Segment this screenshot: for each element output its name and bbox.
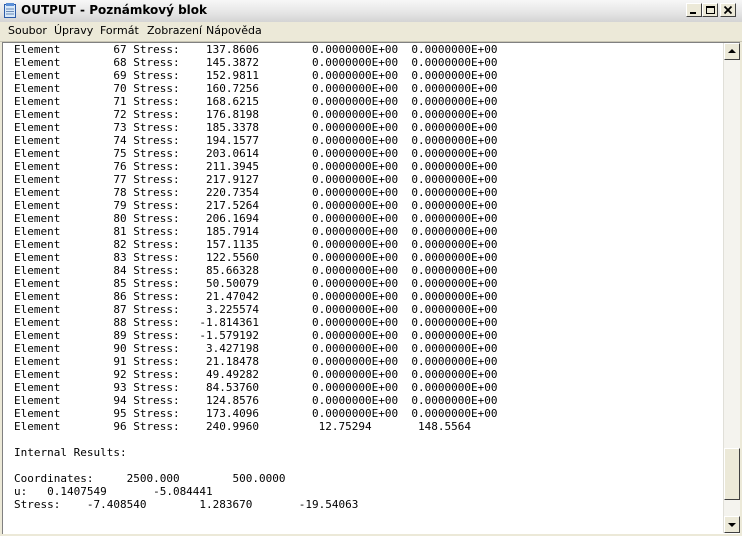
text-line: Element 83 Stress: 122.5560 0.0000000E+0…: [14, 251, 498, 264]
menu-help[interactable]: Nápověda: [206, 24, 262, 37]
notepad-window: OUTPUT - Poznámkový blok Soubor Úpravy F…: [0, 0, 742, 536]
text-line: Element 90 Stress: 3.427198 0.0000000E+0…: [14, 342, 498, 355]
text-line: Element 80 Stress: 206.1694 0.0000000E+0…: [14, 212, 498, 225]
scroll-down-button[interactable]: [724, 516, 740, 533]
text-line: Coordinates: 2500.000 500.0000: [14, 472, 286, 485]
text-line: Element 67 Stress: 137.8606 0.0000000E+0…: [14, 43, 498, 56]
text-line: Internal Results:: [14, 446, 127, 459]
text-line: Element 76 Stress: 211.3945 0.0000000E+0…: [14, 160, 498, 173]
text-line: Element 72 Stress: 176.8198 0.0000000E+0…: [14, 108, 498, 121]
window-title: OUTPUT - Poznámkový blok: [21, 3, 208, 17]
maximize-button[interactable]: [702, 3, 718, 17]
text-line: Element 69 Stress: 152.9811 0.0000000E+0…: [14, 69, 498, 82]
text-line: Element 91 Stress: 21.18478 0.0000000E+0…: [14, 355, 498, 368]
text-line: Element 81 Stress: 185.7914 0.0000000E+0…: [14, 225, 498, 238]
minimize-button[interactable]: [686, 3, 702, 17]
scroll-up-button[interactable]: [724, 43, 740, 60]
text-line: Element 84 Stress: 85.66328 0.0000000E+0…: [14, 264, 498, 277]
text-line: Element 89 Stress: -1.579192 0.0000000E+…: [14, 329, 498, 342]
text-line: Element 82 Stress: 157.1135 0.0000000E+0…: [14, 238, 498, 251]
arrow-up-icon: [728, 49, 736, 53]
text-line: Element 78 Stress: 220.7354 0.0000000E+0…: [14, 186, 498, 199]
title-bar[interactable]: OUTPUT - Poznámkový blok: [0, 0, 742, 23]
minimize-icon: [690, 12, 696, 14]
text-editor[interactable]: Element 67 Stress: 137.8606 0.0000000E+0…: [2, 42, 740, 534]
menu-edit[interactable]: Úpravy: [54, 24, 93, 37]
text-line: Element 73 Stress: 185.3378 0.0000000E+0…: [14, 121, 498, 134]
arrow-down-icon: [728, 523, 736, 527]
scroll-thumb[interactable]: [724, 447, 740, 500]
text-line: Element 77 Stress: 217.9127 0.0000000E+0…: [14, 173, 498, 186]
text-line: [14, 459, 719, 472]
menu-format[interactable]: Formát: [100, 24, 139, 37]
text-line: [14, 433, 719, 446]
close-button[interactable]: [720, 3, 736, 17]
text-line: Stress: -7.408540 1.283670 -19.54063: [14, 498, 359, 511]
text-line: Element 95 Stress: 173.4096 0.0000000E+0…: [14, 407, 498, 420]
vertical-scrollbar[interactable]: [723, 43, 740, 533]
text-line: Element 94 Stress: 124.8576 0.0000000E+0…: [14, 394, 498, 407]
close-icon: [723, 5, 733, 15]
text-content[interactable]: Element 67 Stress: 137.8606 0.0000000E+0…: [14, 43, 719, 533]
text-line: Element 71 Stress: 168.6215 0.0000000E+0…: [14, 95, 498, 108]
text-line: Element 79 Stress: 217.5264 0.0000000E+0…: [14, 199, 498, 212]
text-line: u: 0.1407549 -5.084441: [14, 485, 213, 498]
text-line: Element 74 Stress: 194.1577 0.0000000E+0…: [14, 134, 498, 147]
menu-view[interactable]: Zobrazení: [147, 24, 202, 37]
text-line: Element 88 Stress: -1.814361 0.0000000E+…: [14, 316, 498, 329]
text-line: Element 75 Stress: 203.0614 0.0000000E+0…: [14, 147, 498, 160]
menu-file[interactable]: Soubor: [8, 24, 47, 37]
text-line: Element 70 Stress: 160.7256 0.0000000E+0…: [14, 82, 498, 95]
text-line: Element 96 Stress: 240.9960 12.75294 148…: [14, 420, 471, 433]
text-line: Element 92 Stress: 49.49282 0.0000000E+0…: [14, 368, 498, 381]
text-line: Element 85 Stress: 50.50079 0.0000000E+0…: [14, 277, 498, 290]
text-line: Element 93 Stress: 84.53760 0.0000000E+0…: [14, 381, 498, 394]
notepad-icon[interactable]: [4, 3, 17, 18]
menu-bar: Soubor Úpravy Formát Zobrazení Nápověda: [0, 22, 742, 42]
text-line: Element 87 Stress: 3.225574 0.0000000E+0…: [14, 303, 498, 316]
maximize-icon: [706, 6, 715, 14]
text-line: Element 68 Stress: 145.3872 0.0000000E+0…: [14, 56, 498, 69]
text-line: Element 86 Stress: 21.47042 0.0000000E+0…: [14, 290, 498, 303]
